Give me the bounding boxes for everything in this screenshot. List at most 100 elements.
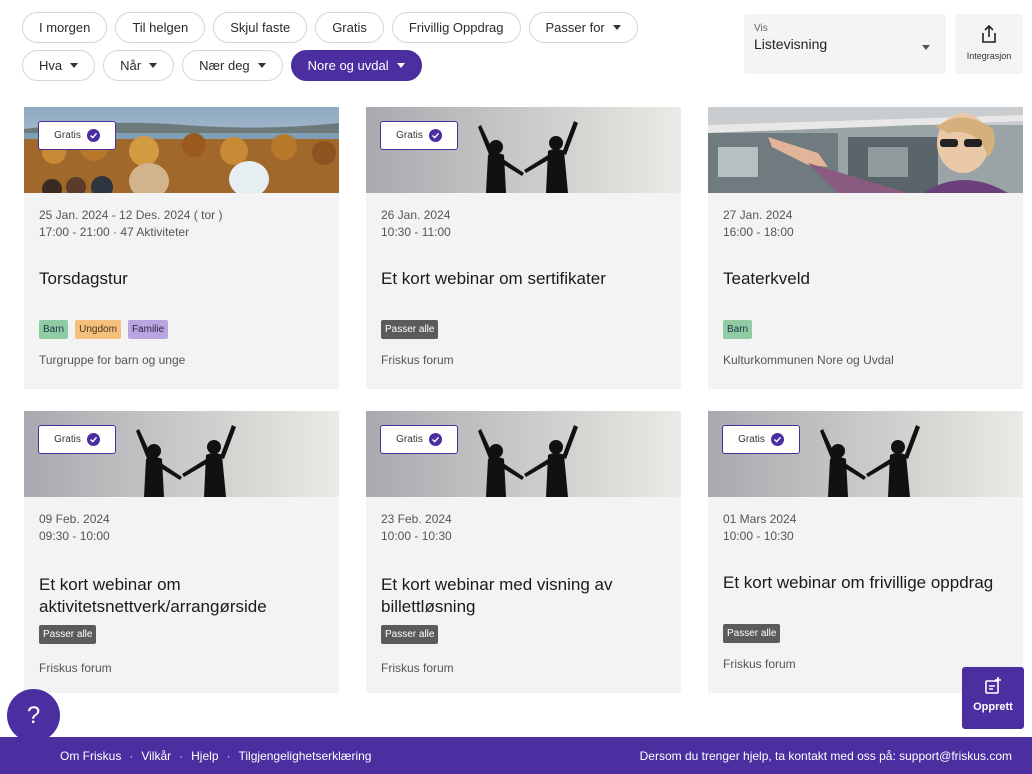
footer-link-hjelp[interactable]: Hjelp [191,749,218,763]
activity-date: 25 Jan. 2024 - 12 Des. 2024 ( tor ) 17:00… [39,207,222,241]
activity-time: 10:30 - 11:00 [381,225,451,239]
gratis-badge: Gratis [380,425,458,454]
activity-organizer[interactable]: Friskus forum [381,353,454,367]
activity-date: 09 Feb. 2024 09:30 - 10:00 [39,511,110,545]
help-button[interactable]: ? [7,689,60,742]
footer-link-tilgjengelighetserklæring[interactable]: Tilgjengelighetserklæring [239,749,372,763]
activity-title[interactable]: Teaterkveld [723,268,1018,290]
activity-tags: Passer alle [381,625,439,644]
chevron-down-icon [70,63,79,68]
activity-tags: Passer alle [381,320,439,339]
filter-chip-label: Frivillig Oppdrag [408,20,504,35]
footer-link-om-friskus[interactable]: Om Friskus [60,749,121,763]
activity-date-range: 27 Jan. 2024 [723,208,793,222]
filter-chip-nore-og-uvdal[interactable]: Nore og uvdal [290,50,422,81]
check-icon [770,433,784,446]
filter-row-2: Hva Når Nær deg Nore og uvdal [22,50,662,81]
chevron-down-icon [396,63,405,68]
footer-link-vilka-r[interactable]: Vilkår [141,749,171,763]
chevron-down-icon [612,25,621,30]
activity-time: 10:00 - 10:30 [381,529,452,543]
footer-separator: · [179,748,184,763]
filter-chip-i-morgen[interactable]: I morgen [22,12,108,43]
activity-organizer[interactable]: Friskus forum [723,657,796,671]
activity-organizer[interactable]: Friskus forum [381,661,454,675]
activity-card[interactable]: Gratis 23 Feb. 2024 10:00 - 10:30 Et kort w… [366,411,681,693]
activity-time: 09:30 - 10:00 [39,529,110,543]
integrasjon-label: Integrasjon [966,51,1012,61]
activity-title[interactable]: Et kort webinar om sertifikater [381,268,676,290]
filter-chip-til-helgen[interactable]: Til helgen [115,12,206,43]
activity-image [24,107,339,193]
filter-chip-passer-for[interactable]: Passer for [528,12,638,43]
activity-tags: Passer alle [723,624,781,643]
gratis-badge: Gratis [38,121,116,150]
activity-image [366,107,681,193]
activity-title[interactable]: Torsdagstur [39,268,334,290]
chevron-down-icon [922,45,930,50]
activity-tags: Barn Ungdom Familie [39,320,169,339]
check-icon [86,129,100,142]
activity-time: 10:00 - 10:30 [723,529,794,543]
activity-image [366,411,681,497]
integrasjon-button[interactable]: Integrasjon [955,14,1023,74]
filter-chip-na-r[interactable]: Når [103,50,175,81]
filter-chip-label: Gratis [332,20,367,35]
footer-contact[interactable]: Dersom du trenger hjelp, ta kontakt med … [640,749,1012,763]
filter-chip-label: Nore og uvdal [307,58,389,73]
activity-tags: Barn [723,320,753,339]
activity-title[interactable]: Et kort webinar om aktivitetsnettverk/ar… [39,574,334,618]
filter-chip-nær-deg[interactable]: Nær deg [182,50,283,81]
activity-image [24,411,339,497]
check-icon [428,433,442,446]
gratis-badge: Gratis [380,121,458,150]
filter-chip-label: Nær deg [199,58,250,73]
tag-barn: Barn [723,320,753,339]
activity-date: 01 Mars 2024 10:00 - 10:30 [723,511,796,545]
gratis-badge: Gratis [38,425,116,454]
opprett-label: Opprett [973,701,1013,713]
activity-card[interactable]: Gratis 09 Feb. 2024 09:30 - 10:00 Et kort w… [24,411,339,693]
activity-time: 16:00 - 18:00 [723,225,794,239]
activity-image [708,107,1023,193]
activity-date-range: 26 Jan. 2024 [381,208,451,222]
tag-passer-alle: Passer alle [381,320,439,339]
filter-row-1: I morgen Til helgen Skjul faste Gratis Frivi… [22,12,662,43]
filter-chip-label: Hva [39,58,63,73]
activity-card[interactable]: 27 Jan. 2024 16:00 - 18:00 Teaterkveld Barn… [708,107,1023,389]
gratis-badge-label: Gratis [54,434,81,445]
tag-passer-alle: Passer alle [381,625,439,644]
filter-chip-label: Skjul faste [230,20,291,35]
filter-chip-label: I morgen [39,20,91,35]
chevron-down-icon [257,63,266,68]
share-icon [955,24,1023,49]
filter-chip-gratis[interactable]: Gratis [315,12,384,43]
activity-card[interactable]: Gratis 26 Jan. 2024 10:30 - 11:00 Et kort w… [366,107,681,389]
activity-time: 17:00 - 21:00 · 47 Aktiviteter [39,225,190,239]
filter-bar: I morgen Til helgen Skjul faste Gratis Frivi… [22,12,662,88]
filter-chip-label: Passer for [545,20,605,35]
activity-card[interactable]: Gratis 25 Jan. 2024 - 12 Des. 2024 ( tor … [24,107,339,389]
gratis-badge-label: Gratis [54,130,81,141]
tag-barn: Barn [39,320,69,339]
activity-date: 26 Jan. 2024 10:30 - 11:00 [381,207,451,241]
view-select-label: Vis [754,23,768,34]
activity-date-range: 09 Feb. 2024 [39,512,110,526]
activity-title[interactable]: Et kort webinar om frivillige oppdrag [723,572,1018,594]
footer-separator: · [129,748,134,763]
check-icon [86,433,100,446]
filter-chip-hva[interactable]: Hva [22,50,96,81]
activity-organizer[interactable]: Friskus forum [39,661,112,675]
activity-organizer[interactable]: Turgruppe for barn og unge [39,353,185,367]
activity-card[interactable]: Gratis 01 Mars 2024 10:00 - 10:30 Et kort w… [708,411,1023,693]
view-select[interactable]: Vis Listevisning [744,14,946,74]
activity-title[interactable]: Et kort webinar med visning av billettlø… [381,574,676,618]
filter-chip-skjul-faste[interactable]: Skjul faste [213,12,308,43]
activity-organizer[interactable]: Kulturkommunen Nore og Uvdal [723,353,894,367]
footer: Om Friskus · Vilkår · Hjelp · Tilgjengelighets… [0,737,1032,774]
tag-familie: Familie [127,320,169,339]
filter-chip-frivillig-oppdrag[interactable]: Frivillig Oppdrag [391,12,521,43]
activity-date-range: 23 Feb. 2024 [381,512,452,526]
opprett-button[interactable]: Opprett [962,667,1024,729]
chevron-down-icon [149,63,158,68]
